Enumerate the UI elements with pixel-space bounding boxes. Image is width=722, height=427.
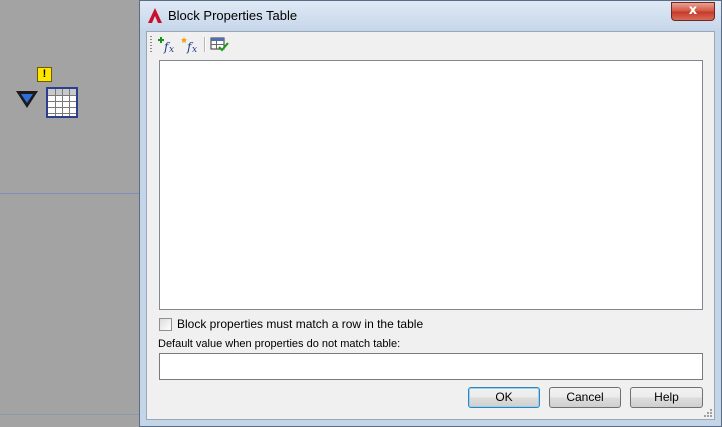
- toolbar: f x f x: [147, 32, 714, 57]
- new-user-parameter-button[interactable]: f x: [179, 35, 201, 55]
- add-property-fx-icon: f x: [158, 37, 174, 55]
- close-button[interactable]: x: [671, 2, 715, 21]
- svg-text:x: x: [192, 45, 197, 54]
- block-table-grip-icon[interactable]: [46, 87, 78, 118]
- toolbar-grip[interactable]: [150, 36, 152, 52]
- lookup-grip-icon[interactable]: [15, 89, 39, 109]
- resize-grip-icon[interactable]: [702, 407, 712, 417]
- add-properties-button[interactable]: f x: [156, 35, 178, 55]
- warning-badge-icon[interactable]: !: [37, 67, 52, 82]
- canvas-grid-line: [0, 414, 140, 415]
- new-user-parameter-fx-icon: f x: [181, 37, 197, 55]
- properties-table[interactable]: [159, 60, 703, 310]
- cancel-button[interactable]: Cancel: [549, 387, 621, 408]
- default-value-field[interactable]: [159, 353, 703, 380]
- must-match-checkbox[interactable]: [159, 318, 172, 331]
- dialog-client-area: f x f x Block properties must match a ro…: [146, 31, 715, 420]
- drawing-canvas[interactable]: [0, 0, 140, 427]
- block-properties-dialog: Block Properties Table x f x f x Block p…: [139, 0, 722, 427]
- default-value-label: Default value when properties do not mat…: [158, 338, 401, 350]
- autocad-app-icon[interactable]: [148, 8, 162, 23]
- title-bar[interactable]: Block Properties Table x: [140, 1, 721, 31]
- audit-button[interactable]: [209, 35, 231, 54]
- close-icon: x: [688, 3, 698, 18]
- toolbar-separator: [204, 37, 206, 52]
- dialog-title: Block Properties Table: [168, 8, 298, 23]
- help-button[interactable]: Help: [630, 387, 703, 408]
- canvas-grid-line: [0, 193, 140, 194]
- svg-text:x: x: [169, 45, 174, 54]
- must-match-label[interactable]: Block properties must match a row in the…: [177, 317, 423, 331]
- ok-button[interactable]: OK: [468, 387, 540, 408]
- audit-table-icon: [210, 37, 229, 52]
